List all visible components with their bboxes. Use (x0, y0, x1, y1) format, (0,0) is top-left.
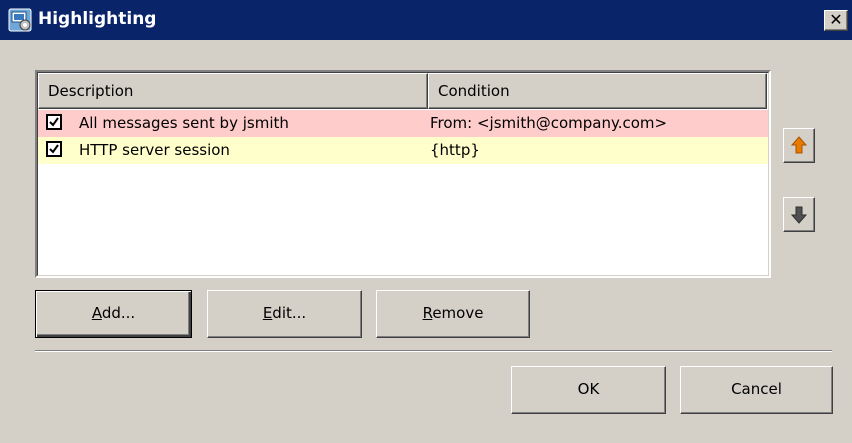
move-down-button[interactable] (783, 197, 815, 232)
move-up-button[interactable] (783, 128, 815, 163)
list-row[interactable]: HTTP server session {http} (38, 137, 768, 164)
highlight-rules-list[interactable]: Description Condition All messages sent … (35, 70, 771, 278)
ok-button[interactable]: OK (511, 366, 666, 414)
remove-button[interactable]: Remove (376, 290, 530, 338)
highlighting-dialog: Highlighting ✕ Description Condition All… (0, 0, 852, 443)
row-description: All messages sent by jsmith (79, 114, 289, 132)
row-description: HTTP server session (79, 141, 230, 159)
close-button[interactable]: ✕ (824, 10, 848, 31)
cancel-button[interactable]: Cancel (680, 366, 833, 414)
row-checkbox[interactable] (46, 141, 62, 157)
row-checkbox[interactable] (46, 114, 62, 130)
separator (35, 350, 832, 352)
row-condition: From: <jsmith@company.com> (430, 114, 668, 132)
edit-button[interactable]: Edit... (207, 290, 362, 338)
arrow-up-icon (790, 136, 808, 154)
close-icon: ✕ (829, 10, 843, 29)
list-row[interactable]: All messages sent by jsmith From: <jsmit… (38, 110, 768, 137)
app-icon (8, 8, 32, 32)
add-button[interactable]: Add... (35, 290, 192, 338)
title-bar[interactable]: Highlighting ✕ (0, 0, 852, 40)
column-header-description[interactable]: Description (38, 73, 428, 109)
column-header-condition[interactable]: Condition (428, 73, 767, 109)
list-header: Description Condition (38, 73, 768, 109)
window-title: Highlighting (38, 9, 157, 29)
row-condition: {http} (430, 141, 480, 159)
arrow-down-icon (790, 206, 808, 224)
